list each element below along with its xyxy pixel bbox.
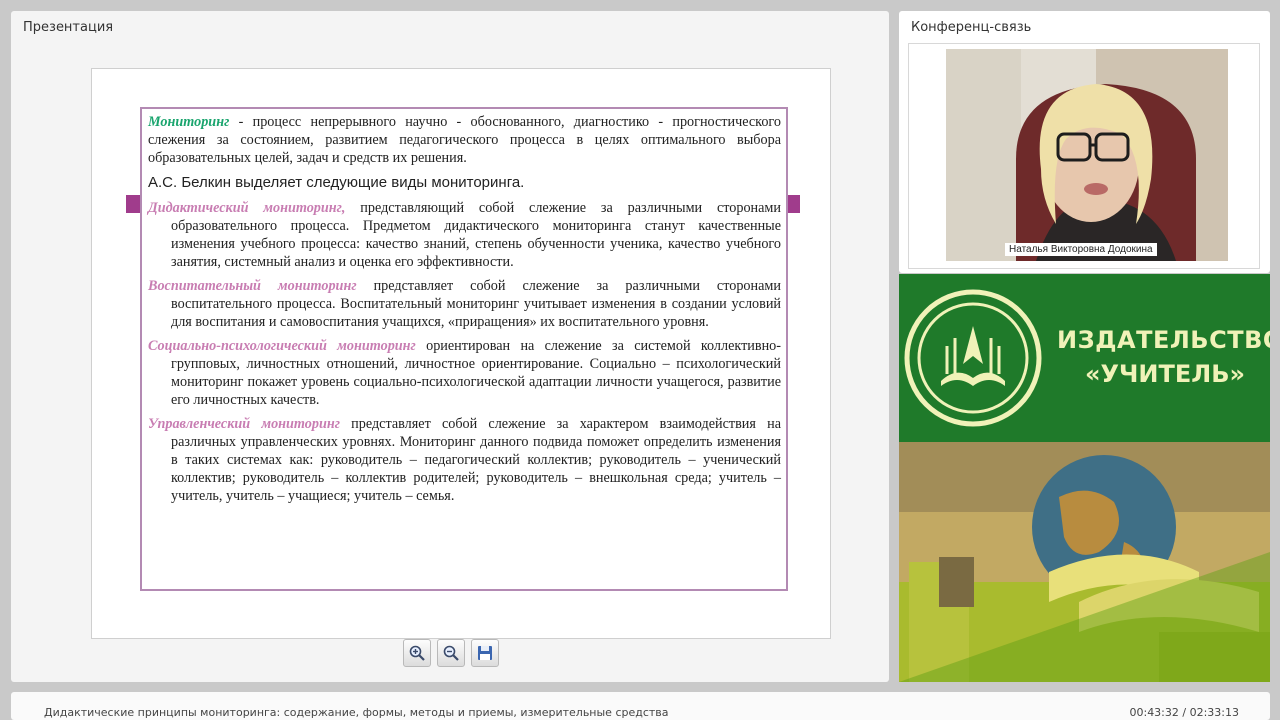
slide-toolbar [403, 639, 499, 667]
term-management: Управленческий мониторинг [148, 416, 340, 432]
slide-marker-left [126, 195, 140, 213]
slide-definition: Мониторинг - процесс непрерывного научно… [148, 113, 781, 167]
slide-frame: Мониторинг - процесс непрерывного научно… [140, 107, 788, 591]
term-monitoring: Мониторинг [148, 114, 230, 130]
slide-text: Мониторинг - процесс непрерывного научно… [148, 113, 781, 505]
presentation-panel: Презентация Мониторинг - процесс непреры… [11, 11, 889, 682]
participant-video[interactable]: Наталья Викторовна Додокина [946, 49, 1228, 261]
term-social: Социально-психологический мониторинг [148, 338, 416, 354]
lecture-title: Дидактические принципы мониторинга: соде… [44, 706, 669, 719]
globe-books-illustration [899, 442, 1270, 682]
zoom-in-button[interactable] [403, 639, 431, 667]
definition-text: - процесс непрерывного научно - обоснова… [148, 114, 781, 166]
presentation-title: Презентация [23, 20, 114, 35]
conference-title: Конференц-связь [911, 20, 1032, 35]
participant-avatar [946, 49, 1228, 261]
zoom-out-button[interactable] [437, 639, 465, 667]
slide: Мониторинг - процесс непрерывного научно… [91, 68, 831, 639]
footer-bar: Дидактические принципы мониторинга: соде… [11, 692, 1270, 720]
publisher-name-line2: «УЧИТЕЛЬ» [1085, 360, 1245, 388]
conference-panel: Конференц-связь Наталья Викторовна Додок… [899, 11, 1270, 273]
slide-item-didactic: Дидактический мониторинг, представляющий… [148, 199, 781, 271]
publisher-banner: ИЗДАТЕЛЬСТВО «УЧИТЕЛЬ» [899, 274, 1270, 682]
zoom-out-icon [443, 645, 459, 661]
slide-marker-right [786, 195, 800, 213]
slide-subtitle: А.С. Белкин выделяет следующие виды мони… [148, 174, 525, 191]
publisher-logo-icon [904, 289, 1042, 427]
save-icon [478, 646, 492, 660]
zoom-in-icon [409, 645, 425, 661]
slide-item-educational: Воспитательный мониторинг представляет с… [148, 277, 781, 331]
slide-item-social: Социально-психологический мониторинг ори… [148, 337, 781, 409]
participant-name: Наталья Викторовна Додокина [1005, 243, 1157, 256]
term-didactic: Дидактический мониторинг, [148, 200, 346, 216]
logo-band: ИЗДАТЕЛЬСТВО «УЧИТЕЛЬ» [899, 274, 1270, 442]
video-container: Наталья Викторовна Додокина [908, 43, 1260, 269]
term-educational: Воспитательный мониторинг [148, 278, 357, 294]
playback-timer: 00:43:32 / 02:33:13 [1129, 706, 1239, 719]
slide-item-management: Управленческий мониторинг представляет с… [148, 415, 781, 505]
save-button[interactable] [471, 639, 499, 667]
publisher-name-line1: ИЗДАТЕЛЬСТВО [1057, 326, 1270, 354]
books-globe-image [899, 442, 1270, 682]
